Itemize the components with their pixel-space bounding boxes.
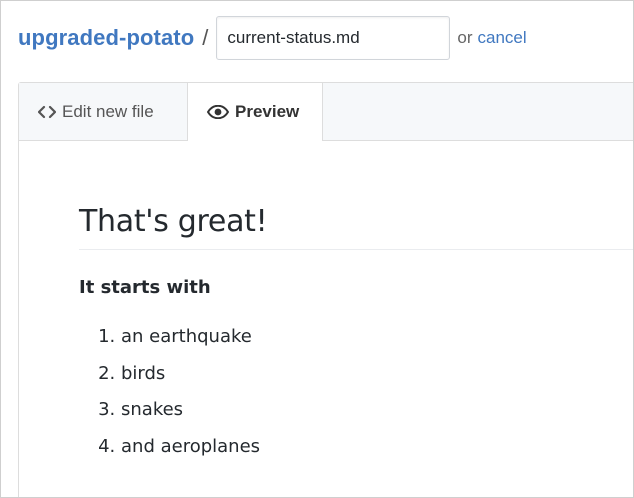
tab-preview-label: Preview bbox=[235, 102, 300, 121]
code-icon bbox=[38, 105, 56, 119]
repo-link[interactable]: upgraded-potato bbox=[18, 25, 194, 51]
eye-icon bbox=[207, 105, 229, 119]
filename-input[interactable] bbox=[216, 16, 451, 60]
screenshot-frame: upgraded-potato / or cancel Edit new fil… bbox=[0, 0, 634, 498]
tab-preview[interactable]: Preview bbox=[187, 83, 323, 141]
preview-heading: That's great! bbox=[79, 204, 633, 250]
editor-panel: Edit new file Preview That's great! It s… bbox=[18, 82, 633, 497]
cancel-link[interactable]: cancel bbox=[478, 28, 527, 48]
or-text: or bbox=[457, 28, 473, 47]
list-item: and aeroplanes bbox=[121, 435, 633, 459]
list-item: an earthquake bbox=[121, 325, 633, 349]
markdown-preview: That's great! It starts with an earthqua… bbox=[79, 141, 633, 471]
tab-edit-label: Edit new file bbox=[62, 101, 154, 121]
path-separator: / bbox=[202, 25, 209, 50]
list-item: snakes bbox=[121, 398, 633, 422]
file-header: upgraded-potato / or cancel bbox=[18, 16, 527, 60]
preview-subheading: It starts with bbox=[79, 277, 211, 298]
preview-list: an earthquake birds snakes and aeroplane… bbox=[79, 325, 633, 459]
tab-bar: Edit new file Preview bbox=[19, 83, 633, 141]
list-item: birds bbox=[121, 362, 633, 386]
tab-edit-new-file[interactable]: Edit new file bbox=[19, 83, 187, 140]
